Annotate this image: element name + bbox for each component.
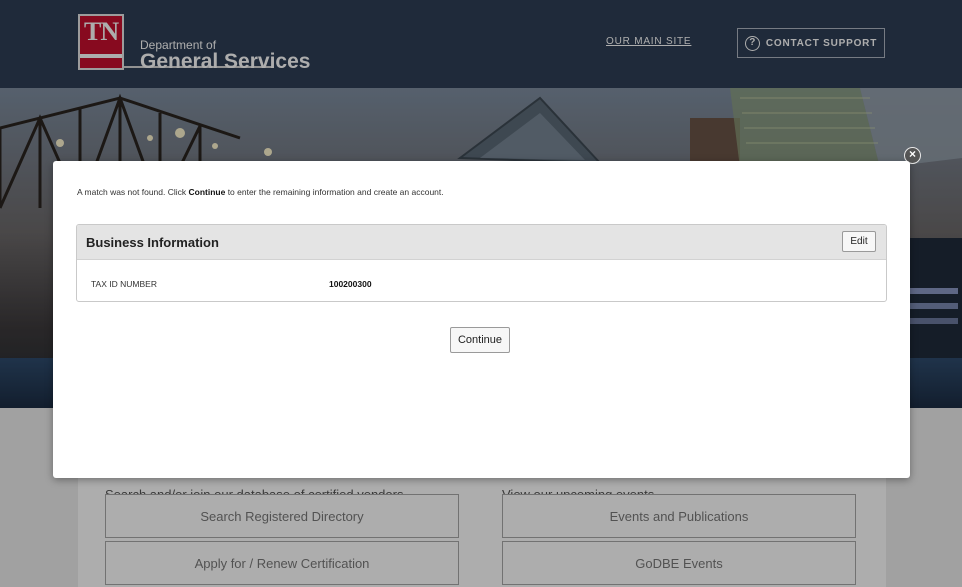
message-text-start: A match was not found. Click bbox=[77, 187, 189, 197]
panel-title: Business Information bbox=[86, 235, 219, 250]
match-not-found-message: A match was not found. Click Continue to… bbox=[77, 187, 444, 197]
tax-id-value: 100200300 bbox=[329, 279, 372, 289]
edit-button[interactable]: Edit bbox=[842, 231, 876, 252]
continue-button[interactable]: Continue bbox=[450, 327, 510, 353]
business-information-panel: Business Information Edit TAX ID NUMBER … bbox=[76, 224, 887, 302]
panel-header: Business Information Edit bbox=[77, 225, 886, 260]
account-match-dialog: A match was not found. Click Continue to… bbox=[53, 161, 910, 478]
tax-id-label: TAX ID NUMBER bbox=[91, 279, 157, 289]
message-text-end: to enter the remaining information and c… bbox=[225, 187, 444, 197]
message-continue-emphasis: Continue bbox=[188, 187, 226, 197]
page: TN Department of General Services OUR MA… bbox=[0, 0, 962, 587]
